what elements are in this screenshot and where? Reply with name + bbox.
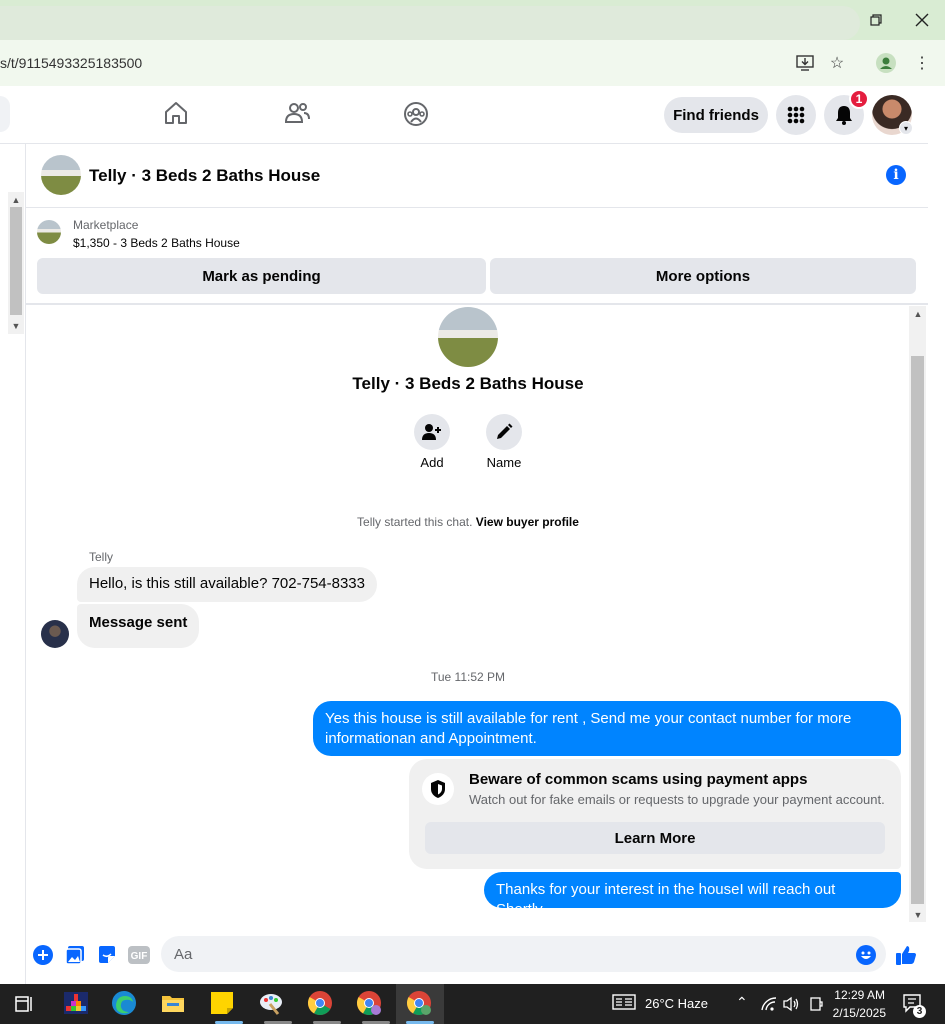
add-label: Add [420, 455, 444, 470]
search-field-stub[interactable] [0, 96, 10, 132]
groups-icon[interactable] [402, 100, 432, 130]
message-bubble[interactable]: Message sent [77, 604, 200, 648]
listing-price[interactable]: $1,350 - 3 Beds 2 Baths House [73, 236, 240, 250]
clock-time[interactable]: 12:29 AM [830, 988, 885, 1002]
more-options-button[interactable]: More options [490, 258, 916, 294]
star-icon[interactable]: ☆ [825, 52, 849, 74]
volume-icon[interactable] [782, 996, 810, 1024]
divider [26, 303, 928, 305]
chat-started-notice: Telly started this chat. View buyer prof… [0, 515, 936, 529]
learn-more-button[interactable]: Learn More [425, 822, 885, 854]
image-icon[interactable] [64, 944, 86, 966]
file-explorer-icon[interactable] [160, 990, 188, 1018]
page-right-gutter [928, 86, 945, 984]
chrome-profile-icon[interactable] [356, 990, 384, 1018]
view-buyer-profile-link[interactable]: View buyer profile [476, 515, 579, 529]
chat-title[interactable]: Telly · 3 Beds 2 Baths House [89, 166, 320, 186]
message-bubble[interactable]: Yes this house is still available for re… [313, 701, 901, 756]
close-icon[interactable] [907, 8, 937, 32]
notification-badge: 1 [849, 89, 869, 109]
message-input[interactable] [161, 936, 886, 972]
chrome-profile-icon[interactable] [406, 990, 434, 1018]
scroll-down-arrow-icon[interactable]: ▼ [912, 910, 924, 920]
find-friends-button[interactable]: Find friends [664, 97, 768, 133]
message-bubble[interactable]: Hello, is this still available? 702-754-… [77, 567, 377, 602]
pencil-icon[interactable] [486, 414, 522, 450]
chat-scrollbar-thumb[interactable] [911, 356, 924, 904]
plus-icon[interactable] [32, 944, 54, 966]
scam-warning-body: Watch out for fake emails or requests to… [469, 792, 885, 807]
message-timestamp: Tue 11:52 PM [430, 670, 506, 684]
edge-icon[interactable] [111, 990, 139, 1018]
home-icon[interactable] [163, 100, 193, 130]
chevron-up-icon[interactable]: ⌃ [736, 994, 748, 1011]
restore-icon[interactable] [861, 8, 891, 32]
weather-text[interactable]: 26°C Haze [645, 996, 708, 1011]
scroll-up-arrow-icon[interactable]: ▲ [912, 309, 924, 319]
divider [25, 144, 26, 984]
listing-profile-photo [438, 307, 498, 367]
emoji-icon[interactable] [855, 944, 877, 966]
mark-as-pending-button[interactable]: Mark as pending [37, 258, 486, 294]
started-text: Telly started this chat. [357, 515, 473, 529]
listing-thumbnail[interactable] [41, 155, 81, 195]
task-view-icon[interactable] [12, 992, 40, 1020]
message-bubble[interactable]: Thanks for your interest in the houseI w… [484, 872, 901, 918]
left-scrollbar-thumb[interactable] [10, 207, 22, 315]
sender-name: Telly [89, 550, 114, 564]
scroll-down-arrow-icon[interactable]: ▼ [10, 321, 22, 331]
gif-icon[interactable]: GIF [128, 944, 150, 966]
avatar[interactable] [41, 620, 69, 648]
menu-grid-icon[interactable] [776, 95, 816, 135]
sticky-notes-icon[interactable] [209, 990, 237, 1018]
chrome-icon[interactable] [307, 990, 335, 1018]
info-icon[interactable]: i [886, 165, 906, 185]
thumbs-up-icon[interactable] [895, 944, 917, 966]
message-input-placeholder: Aa [174, 946, 193, 963]
paint-icon[interactable] [258, 990, 286, 1018]
add-person-icon[interactable] [414, 414, 450, 450]
sticker-icon[interactable] [96, 944, 118, 966]
friends-icon[interactable] [283, 100, 313, 130]
url-text: s/t/9115493325183500 [0, 55, 143, 71]
shield-icon [422, 773, 454, 805]
notification-count-badge: 3 [913, 1005, 926, 1018]
game-app-icon[interactable] [63, 990, 91, 1018]
url-field[interactable] [0, 6, 860, 40]
install-app-icon[interactable] [793, 52, 817, 74]
profile-name: Telly · 3 Beds 2 Baths House [352, 374, 584, 393]
scroll-up-arrow-icon[interactable]: ▲ [10, 195, 22, 205]
name-label: Name [486, 455, 522, 470]
weather-icon[interactable] [612, 993, 640, 1021]
clock-date[interactable]: 2/15/2025 [826, 1006, 886, 1020]
listing-small-thumbnail [37, 220, 61, 244]
scam-warning-title: Beware of common scams using payment app… [469, 771, 808, 788]
profile-icon[interactable] [874, 52, 898, 74]
kebab-menu-icon[interactable]: ⋮ [910, 52, 934, 74]
chevron-down-icon[interactable]: ▾ [899, 121, 913, 135]
marketplace-label: Marketplace [73, 218, 139, 232]
svg-text:GIF: GIF [131, 951, 148, 962]
